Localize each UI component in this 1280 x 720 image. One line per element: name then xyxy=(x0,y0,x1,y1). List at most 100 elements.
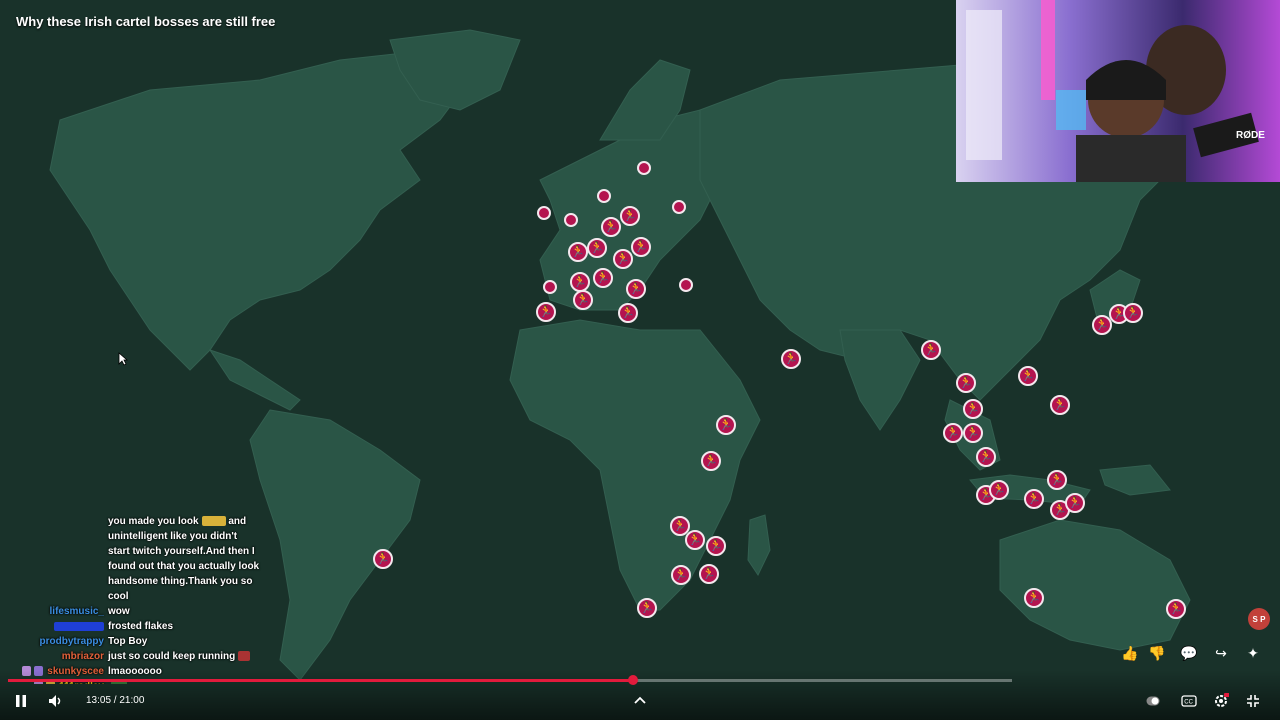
map-marker-runner[interactable]: 🏃 xyxy=(1018,366,1038,386)
chat-text: just so could keep running xyxy=(108,651,236,662)
chat-text: cool xyxy=(108,591,129,602)
chat-username xyxy=(0,619,108,634)
webcam-overlay: RØDE xyxy=(956,0,1280,182)
map-marker-runner[interactable]: 🏃 xyxy=(1024,588,1044,608)
share-icon[interactable]: ↪ xyxy=(1210,642,1232,664)
emote-icon xyxy=(238,651,251,662)
rode-logo: RØDE xyxy=(1236,130,1265,141)
comment-icon[interactable]: 💬 xyxy=(1178,642,1200,664)
chat-text: wow xyxy=(108,606,130,617)
video-player[interactable]: Why these Irish cartel bosses are still … xyxy=(0,0,1280,720)
map-marker-dot[interactable] xyxy=(672,200,686,214)
map-marker-dot[interactable] xyxy=(679,278,693,292)
map-marker-runner[interactable]: 🏃 xyxy=(568,242,588,262)
captions-icon[interactable]: CC xyxy=(1180,692,1198,710)
progress-fill xyxy=(8,679,634,682)
chat-text: you made you look xyxy=(108,516,199,527)
chat-text: found out that you actually look xyxy=(108,561,260,572)
chat-username xyxy=(0,544,108,559)
chat-text: start twitch yourself.And then I xyxy=(108,546,255,557)
map-marker-runner[interactable]: 🏃 xyxy=(373,549,393,569)
volume-icon xyxy=(49,695,61,707)
map-marker-runner[interactable]: 🏃 xyxy=(1050,395,1070,415)
map-marker-runner[interactable]: 🏃 xyxy=(921,340,941,360)
map-marker-runner[interactable]: 🏃 xyxy=(1024,489,1044,509)
map-marker-runner[interactable]: 🏃 xyxy=(613,249,633,269)
map-marker-dot[interactable] xyxy=(564,213,578,227)
chat-message: lifesmusic_ wow xyxy=(0,604,300,619)
map-marker-runner[interactable]: 🏃 xyxy=(587,238,607,258)
map-marker-runner[interactable]: 🏃 xyxy=(620,206,640,226)
chat-username: mbriazor xyxy=(61,651,104,662)
chat-message: found out that you actually look xyxy=(0,559,300,574)
progress-scrubber[interactable] xyxy=(628,675,639,685)
svg-text:CC: CC xyxy=(1184,700,1193,706)
chat-message: cool xyxy=(0,589,300,604)
map-marker-runner[interactable]: 🏃 xyxy=(963,423,983,443)
chat-username xyxy=(0,589,108,604)
map-marker-runner[interactable]: 🏃 xyxy=(593,268,613,288)
map-marker-runner[interactable]: 🏃 xyxy=(963,399,983,419)
dislike-icon[interactable]: 👎 xyxy=(1146,642,1168,664)
chat-username: lifesmusic_ xyxy=(49,606,104,617)
map-marker-dot[interactable] xyxy=(537,206,551,220)
chat-username xyxy=(0,559,108,574)
time-current: 13:05 xyxy=(86,695,112,706)
chat-message: prodbytrappy Top Boy xyxy=(0,634,300,649)
chat-username xyxy=(0,574,108,589)
chat-text: frosted flakes xyxy=(108,621,174,632)
map-marker-runner[interactable]: 🏃 xyxy=(706,536,726,556)
chat-text: handsome thing.Thank you so xyxy=(108,576,253,587)
map-marker-runner[interactable]: 🏃 xyxy=(1047,470,1067,490)
chat-text: Top Boy xyxy=(108,636,148,647)
emote-icon xyxy=(201,516,226,527)
fullscreen-exit-icon[interactable] xyxy=(1244,692,1262,710)
chat-message: mbriazor just so could keep running xyxy=(0,649,300,664)
map-marker-runner[interactable]: 🏃 xyxy=(1166,599,1186,619)
chat-text: unintelligent like you didn't xyxy=(108,531,238,542)
player-controls: 13:05 / 21:00 CC xyxy=(0,670,1280,720)
map-marker-runner[interactable]: 🏃 xyxy=(570,272,590,292)
map-marker-runner[interactable]: 🏃 xyxy=(637,598,657,618)
map-marker-runner[interactable]: 🏃 xyxy=(685,530,705,550)
map-marker-runner[interactable]: 🏃 xyxy=(976,447,996,467)
like-icon[interactable]: 👍 xyxy=(1119,642,1141,664)
map-marker-dot[interactable] xyxy=(543,280,557,294)
chat-message: start twitch yourself.And then I xyxy=(0,544,300,559)
map-marker-runner[interactable]: 🏃 xyxy=(631,237,651,257)
chat-username: prodbytrappy xyxy=(39,636,104,647)
map-marker-runner[interactable]: 🏃 xyxy=(626,279,646,299)
map-marker-runner[interactable]: 🏃 xyxy=(671,565,691,585)
chevron-up-icon[interactable] xyxy=(632,692,648,708)
map-marker-runner[interactable]: 🏃 xyxy=(716,415,736,435)
map-marker-runner[interactable]: 🏃 xyxy=(943,423,963,443)
map-marker-runner[interactable]: 🏃 xyxy=(699,564,719,584)
sparkle-icon[interactable]: ✦ xyxy=(1242,642,1264,664)
autoplay-icon[interactable] xyxy=(1144,692,1162,710)
webcam-image: RØDE xyxy=(956,0,1280,182)
map-marker-runner[interactable]: 🏃 xyxy=(701,451,721,471)
map-marker-dot[interactable] xyxy=(637,161,651,175)
map-marker-runner[interactable]: 🏃 xyxy=(989,480,1009,500)
map-marker-runner[interactable]: 🏃 xyxy=(601,217,621,237)
time-display: 13:05 / 21:00 xyxy=(86,695,145,706)
map-marker-runner[interactable]: 🏃 xyxy=(781,349,801,369)
map-marker-runner[interactable]: 🏃 xyxy=(1065,493,1085,513)
chat-username-obscured xyxy=(54,621,104,631)
map-marker-runner[interactable]: 🏃 xyxy=(618,303,638,323)
chat-overlay: you made you look and unintelligent like… xyxy=(0,514,300,684)
chat-message: unintelligent like you didn't xyxy=(0,529,300,544)
channel-watermark: S P xyxy=(1248,608,1270,630)
map-marker-dot[interactable] xyxy=(597,189,611,203)
mouse-cursor-icon xyxy=(118,352,128,366)
map-marker-runner[interactable]: 🏃 xyxy=(573,290,593,310)
map-marker-runner[interactable]: 🏃 xyxy=(1123,303,1143,323)
map-marker-runner[interactable]: 🏃 xyxy=(536,302,556,322)
progress-bar[interactable] xyxy=(8,675,1012,685)
chat-username xyxy=(0,514,108,529)
volume-button[interactable] xyxy=(46,692,66,710)
settings-icon[interactable] xyxy=(1212,692,1230,710)
pause-button[interactable] xyxy=(12,692,30,710)
map-marker-runner[interactable]: 🏃 xyxy=(956,373,976,393)
chat-message: handsome thing.Thank you so xyxy=(0,574,300,589)
